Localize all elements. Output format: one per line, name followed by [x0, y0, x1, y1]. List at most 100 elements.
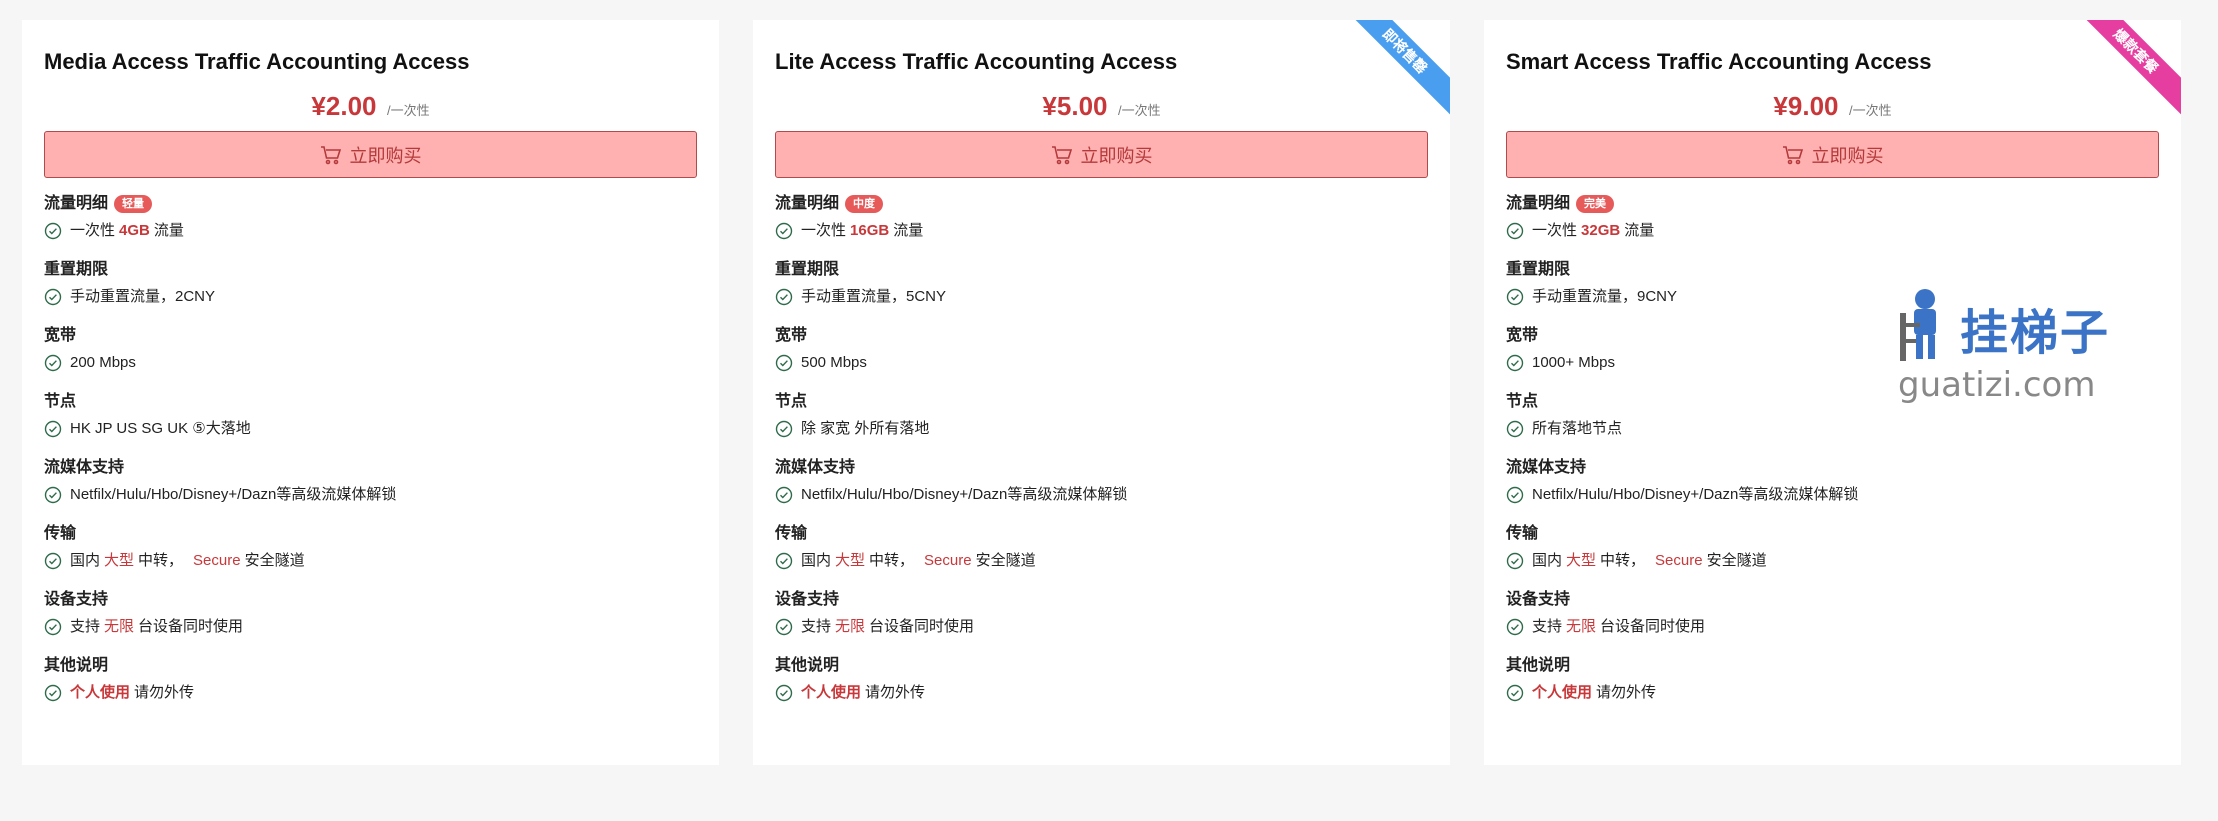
section-streaming: 流媒体支持 Netfilx/Hulu/Hbo/Disney+/Dazn等高级流媒…: [44, 456, 697, 508]
feature-text: 所有落地节点: [1532, 420, 1623, 437]
section-devices: 设备支持 支持 无限 台设备同时使用: [1506, 588, 2159, 640]
check-circle-icon: [775, 288, 793, 306]
highlight-text: Secure: [1655, 552, 1703, 569]
section-traffic: 流量明细 轻量 一次性 4GB 流量: [44, 192, 697, 244]
check-circle-icon: [1506, 618, 1524, 636]
feature-item: 支持 无限 台设备同时使用: [44, 614, 697, 640]
feature-text: 手动重置流量，5CNY: [801, 288, 947, 305]
check-circle-icon: [44, 420, 62, 438]
highlight-text: 无限: [835, 618, 866, 635]
highlight-text: Secure: [193, 552, 241, 569]
traffic-badge: 轻量: [114, 195, 153, 213]
mascot-icon: [1900, 289, 1936, 361]
section-devices: 设备支持 支持 无限 台设备同时使用: [44, 588, 697, 640]
section-other: 其他说明 个人使用 请勿外传: [44, 654, 697, 706]
price-row: ¥2.00 /一次性: [44, 89, 697, 123]
highlight-text: 无限: [104, 618, 135, 635]
feature-item: 国内 大型 中转， Secure 安全隧道: [775, 548, 1428, 574]
feature-text: 台设备同时使用: [138, 618, 244, 635]
feature-item: Netfilx/Hulu/Hbo/Disney+/Dazn等高级流媒体解锁: [775, 482, 1428, 508]
check-circle-icon: [44, 354, 62, 372]
highlight-text: 大型: [104, 552, 135, 569]
feature-text: 安全隧道: [1706, 552, 1767, 569]
feature-text: 请勿外传: [1596, 684, 1657, 701]
section-other: 其他说明 个人使用 请勿外传: [1506, 654, 2159, 706]
highlight-text: 个人使用: [801, 684, 862, 701]
section-other: 其他说明 个人使用 请勿外传: [775, 654, 1428, 706]
section-title: 流媒体支持: [775, 459, 856, 476]
cart-icon: [1051, 145, 1072, 164]
feature-text: 1000+ Mbps: [1532, 354, 1615, 371]
section-nodes: 节点 HK JP US SG UK ⑤大落地: [44, 390, 697, 442]
watermark-domain: guatizi.com: [1898, 365, 2096, 405]
highlight-text: 无限: [1566, 618, 1597, 635]
section-title: 流媒体支持: [1506, 459, 1587, 476]
feature-text: 一次性: [801, 222, 847, 239]
feature-text: 流量: [153, 222, 184, 239]
section-traffic: 流量明细 完美 一次性 32GB 流量: [1506, 192, 2159, 244]
feature-text: 国内: [1532, 552, 1563, 569]
section-title-text: 流量明细: [44, 195, 109, 212]
feature-item: 支持 无限 台设备同时使用: [1506, 614, 2159, 640]
traffic-amount: 32GB: [1581, 222, 1621, 239]
section-title: 设备支持: [44, 591, 109, 608]
traffic-amount: 16GB: [850, 222, 890, 239]
plan-card: 即将售罄 Lite Access Traffic Accounting Acce…: [753, 20, 1450, 765]
check-circle-icon: [775, 684, 793, 702]
plan-grid: Media Access Traffic Accounting Access ¥…: [22, 20, 2181, 765]
feature-text: 台设备同时使用: [1600, 618, 1706, 635]
section-title: 设备支持: [775, 591, 840, 608]
feature-text: 中转，: [869, 552, 915, 569]
feature-text: 流量: [893, 222, 924, 239]
feature-item: Netfilx/Hulu/Hbo/Disney+/Dazn等高级流媒体解锁: [44, 482, 697, 508]
buy-button-label: 立即购买: [349, 145, 422, 166]
feature-text: 安全隧道: [244, 552, 305, 569]
check-circle-icon: [775, 354, 793, 372]
feature-item: 手动重置流量，2CNY: [44, 284, 697, 310]
section-title: 流量明细 完美: [1506, 192, 2159, 216]
plan-card: Media Access Traffic Accounting Access ¥…: [22, 20, 719, 765]
feature-item: 个人使用 请勿外传: [775, 680, 1428, 706]
check-circle-icon: [775, 222, 793, 240]
feature-text: 手动重置流量，9CNY: [1532, 288, 1678, 305]
feature-text: 除 家宽 外所有落地: [801, 420, 930, 437]
feature-item: 一次性 32GB 流量: [1506, 218, 2159, 244]
feature-item: 所有落地节点: [1506, 416, 2159, 442]
feature-item: 手动重置流量，5CNY: [775, 284, 1428, 310]
buy-button[interactable]: 立即购买: [1506, 131, 2159, 178]
watermark-name: 挂梯子: [1960, 305, 2111, 361]
price: ¥2.00: [311, 91, 377, 121]
section-title: 传输: [1506, 525, 1539, 542]
check-circle-icon: [1506, 420, 1524, 438]
buy-button[interactable]: 立即购买: [44, 131, 697, 178]
section-streaming: 流媒体支持 Netfilx/Hulu/Hbo/Disney+/Dazn等高级流媒…: [775, 456, 1428, 508]
price: ¥5.00: [1042, 91, 1108, 121]
section-title: 流媒体支持: [44, 459, 125, 476]
feature-text: 中转，: [138, 552, 184, 569]
feature-text: 国内: [70, 552, 101, 569]
section-title: 重置期限: [44, 261, 109, 278]
check-circle-icon: [1506, 288, 1524, 306]
feature-text: 流量: [1624, 222, 1655, 239]
feature-item: 个人使用 请勿外传: [44, 680, 697, 706]
buy-button[interactable]: 立即购买: [775, 131, 1428, 178]
cart-icon: [1782, 145, 1803, 164]
highlight-text: 个人使用: [70, 684, 131, 701]
feature-text: 手动重置流量，2CNY: [70, 288, 216, 305]
check-circle-icon: [44, 486, 62, 504]
cart-icon: [320, 145, 341, 164]
section-title: 宽带: [44, 327, 77, 344]
feature-item: 支持 无限 台设备同时使用: [775, 614, 1428, 640]
section-title-text: 流量明细: [775, 195, 840, 212]
section-bandwidth: 宽带 200 Mbps: [44, 324, 697, 376]
feature-item: 200 Mbps: [44, 350, 697, 376]
highlight-text: Secure: [924, 552, 972, 569]
feature-item: HK JP US SG UK ⑤大落地: [44, 416, 697, 442]
feature-text: 支持: [70, 618, 101, 635]
section-transfer: 传输 国内 大型 中转， Secure 安全隧道: [1506, 522, 2159, 574]
feature-text: 一次性: [70, 222, 116, 239]
section-title: 节点: [775, 393, 808, 410]
check-circle-icon: [1506, 354, 1524, 372]
price-unit: /一次性: [1117, 103, 1161, 118]
feature-text: 支持: [801, 618, 832, 635]
